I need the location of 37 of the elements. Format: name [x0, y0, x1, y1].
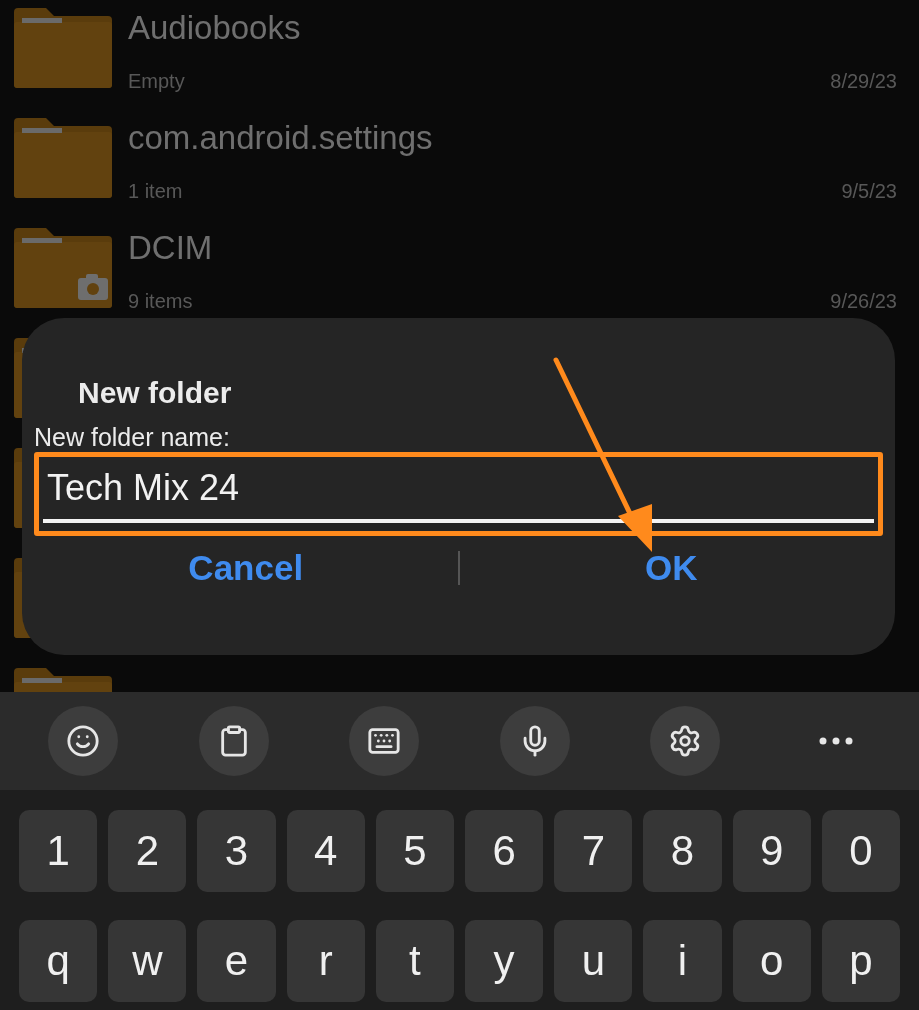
keyboard-key[interactable]: 3 [197, 810, 276, 892]
modified-date: 9/26/23 [830, 290, 897, 313]
cancel-button[interactable]: Cancel [34, 540, 458, 596]
modified-date: 9/5/23 [841, 180, 897, 203]
keyboard-key[interactable]: 0 [821, 810, 901, 892]
field-label: New folder name: [34, 424, 230, 450]
folder-name-field[interactable]: Tech Mix 24 [43, 461, 874, 523]
keyboard-key[interactable]: y [465, 920, 544, 1002]
keyboard-key[interactable]: u [554, 920, 633, 1002]
ok-button[interactable]: OK [459, 540, 883, 596]
keyboard-key[interactable]: 4 [286, 810, 365, 892]
folder-name: Audiobooks [128, 8, 301, 48]
item-count: Empty [128, 70, 185, 93]
keyboard-key[interactable]: 5 [375, 810, 454, 892]
dialog-title: New folder [78, 376, 232, 410]
keyboard-key[interactable]: p [821, 920, 901, 1002]
item-count: 9 items [128, 290, 193, 313]
item-count: 1 item [128, 180, 183, 203]
keyboard-key[interactable]: 9 [732, 810, 811, 892]
folder-name: com.android.settings [128, 118, 433, 158]
keyboard-key[interactable]: q [19, 920, 98, 1002]
keyboard-key[interactable]: 2 [108, 810, 187, 892]
keyboard-key[interactable]: o [732, 920, 811, 1002]
more-icon [818, 737, 853, 745]
keyboard-key[interactable]: r [286, 920, 365, 1002]
keyboard-key[interactable]: t [375, 920, 454, 1002]
modified-date: 8/29/23 [830, 70, 897, 93]
keyboard-key[interactable]: 1 [19, 810, 98, 892]
keyboard-key[interactable]: i [643, 920, 722, 1002]
folder-name: DCIM [128, 228, 213, 268]
keyboard-key[interactable]: 8 [643, 810, 722, 892]
keyboard-key[interactable]: w [108, 920, 187, 1002]
keyboard-key[interactable]: 6 [465, 810, 544, 892]
keyboard-key[interactable]: 7 [554, 810, 633, 892]
smiley-icon [66, 724, 101, 758]
text-input[interactable]: Tech Mix 24 [47, 467, 874, 509]
keyboard-key[interactable]: e [197, 920, 276, 1002]
